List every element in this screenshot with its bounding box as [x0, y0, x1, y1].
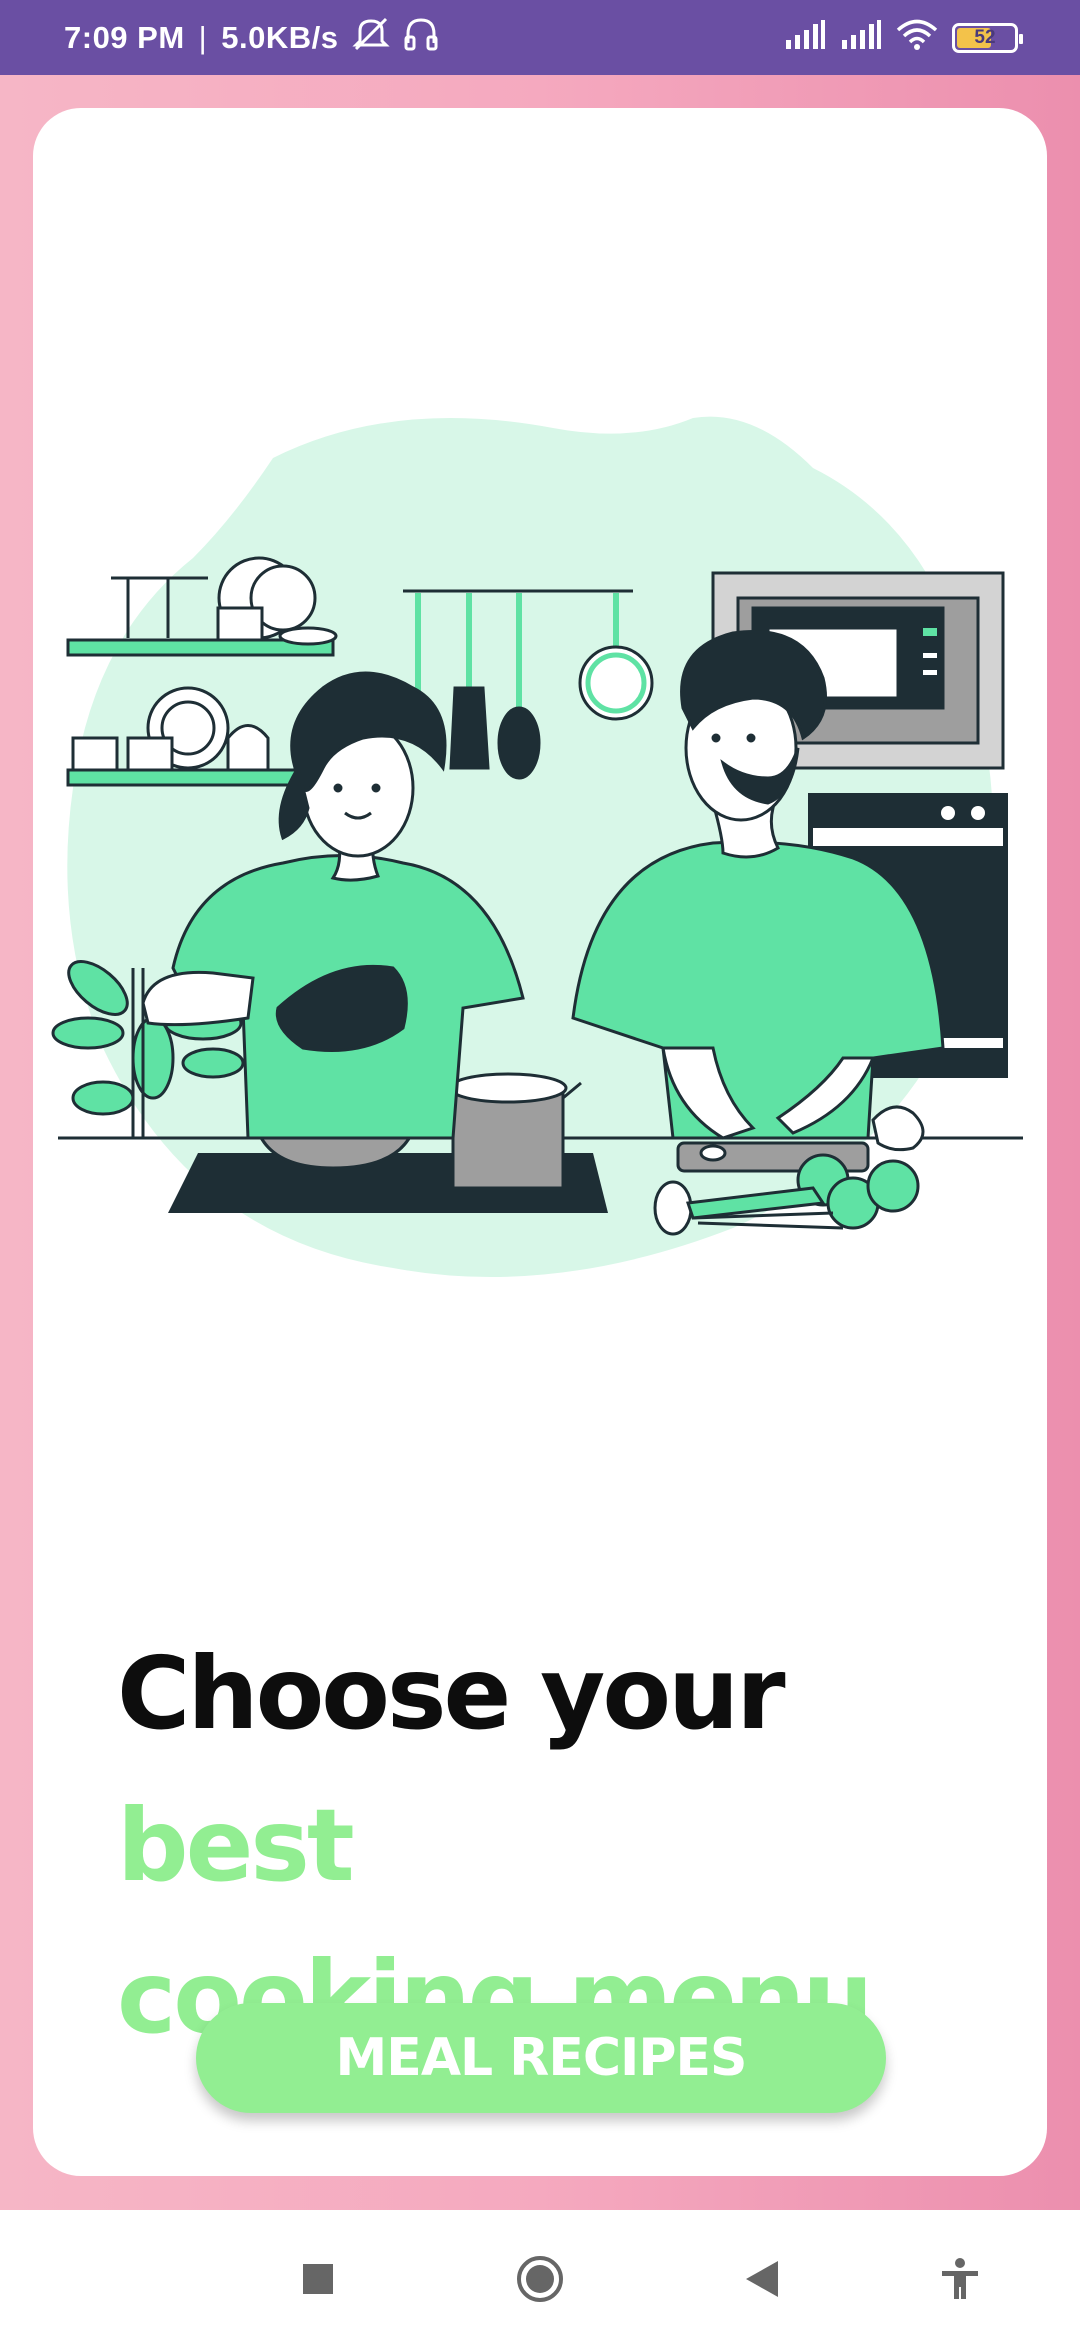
system-navigation-bar [0, 2210, 1080, 2340]
recents-square-icon[interactable] [294, 2255, 342, 2303]
home-circle-icon[interactable] [516, 2255, 564, 2303]
status-left: 7:09 PM | 5.0KB/s [64, 17, 438, 59]
wifi-icon [896, 19, 938, 56]
status-right: 52 [784, 19, 1023, 56]
cooking-couple-illustration [51, 416, 1023, 1278]
status-time: 7:09 PM [64, 19, 185, 55]
headline-text: Choose your [117, 1635, 786, 1752]
signal-icon [784, 20, 826, 55]
headline-accent-best: best [117, 1787, 355, 1904]
battery-icon: 52 [952, 22, 1023, 53]
signal-icon [840, 20, 882, 55]
onboarding-card: Choose your best cooking menu MEAL RECIP… [33, 108, 1047, 2176]
headset-icon [404, 17, 438, 59]
accessibility-icon[interactable] [936, 2255, 984, 2303]
network-speed: 5.0KB/s [221, 19, 339, 55]
meal-recipes-button[interactable]: MEAL RECIPES [196, 2003, 886, 2113]
battery-level: 52 [974, 26, 996, 48]
status-bar: 7:09 PM | 5.0KB/s 52 [0, 0, 1080, 75]
status-separator: | [198, 19, 208, 55]
mute-icon [352, 17, 391, 59]
back-triangle-icon[interactable] [738, 2255, 786, 2303]
